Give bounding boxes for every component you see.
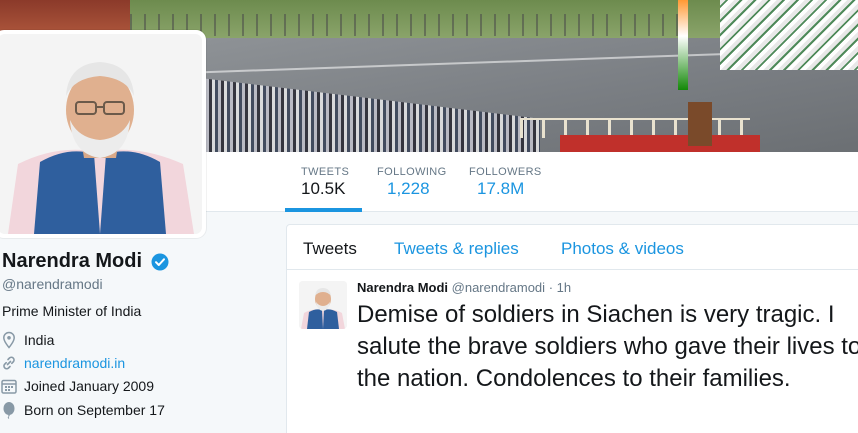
- joined-text: Joined January 2009: [24, 378, 154, 394]
- avatar: [0, 34, 202, 234]
- twitter-profile-page: TWEETS 10.5K FOLLOWING 1,228 FOLLOWERS 1…: [0, 0, 858, 433]
- profile-joined: Joined January 2009: [0, 376, 154, 396]
- tweet-timestamp[interactable]: 1h: [557, 280, 571, 295]
- banner-stands: [720, 0, 858, 70]
- tweet-avatar-portrait: [299, 281, 347, 329]
- location-text: India: [24, 332, 55, 348]
- profile-handle[interactable]: @narendramodi: [2, 276, 103, 292]
- born-text: Born on September 17: [24, 402, 165, 418]
- profile-website[interactable]: narendramodi.in: [0, 353, 125, 373]
- profile-location: India: [0, 330, 54, 350]
- banner-podium: [688, 102, 712, 146]
- stat-following[interactable]: FOLLOWING 1,228: [377, 152, 446, 212]
- timeline-card: Tweets Tweets & replies Photos & videos …: [286, 224, 858, 433]
- balloon-icon: [3, 402, 15, 419]
- stat-followers-label: FOLLOWERS: [469, 166, 542, 178]
- avatar-portrait: [0, 34, 202, 234]
- profile-name[interactable]: Narendra Modi: [2, 250, 142, 273]
- website-link[interactable]: narendramodi.in: [24, 355, 125, 371]
- location-pin-icon: [3, 331, 15, 349]
- active-stat-indicator: [285, 208, 362, 212]
- stat-following-label: FOLLOWING: [377, 166, 447, 178]
- tweet-avatar[interactable]: [299, 281, 347, 329]
- tweet-separator: ·: [548, 280, 554, 295]
- stat-tweets-label: TWEETS: [301, 166, 350, 178]
- calendar-icon: [1, 379, 17, 394]
- stat-followers-value: 17.8M: [477, 179, 525, 198]
- timeline-tabs: Tweets Tweets & replies Photos & videos: [287, 225, 858, 270]
- tab-photos-and-videos[interactable]: Photos & videos: [561, 239, 684, 259]
- stat-tweets-value: 10.5K: [301, 179, 346, 198]
- tab-tweets-and-replies[interactable]: Tweets & replies: [394, 239, 519, 259]
- banner-flag: [678, 0, 688, 90]
- tweet-text: Demise of soldiers in Siachen is very tr…: [357, 301, 858, 392]
- stat-followers[interactable]: FOLLOWERS 17.8M: [469, 152, 541, 212]
- stat-tweets[interactable]: TWEETS 10.5K: [285, 152, 362, 212]
- tweet-header: Narendra Modi @narendramodi · 1h: [357, 280, 571, 295]
- profile-bio: Prime Minister of India: [2, 303, 142, 319]
- profile-birthday: Born on September 17: [0, 400, 165, 420]
- tab-tweets[interactable]: Tweets: [303, 239, 357, 259]
- profile-avatar-card[interactable]: [0, 30, 206, 238]
- banner-red-carpet: [560, 135, 760, 152]
- tweet-author-name[interactable]: Narendra Modi: [357, 280, 448, 295]
- stat-following-value: 1,228: [387, 179, 430, 198]
- link-icon: [3, 356, 15, 370]
- tweet-author-handle[interactable]: @narendramodi: [452, 280, 545, 295]
- banner-fence: [130, 14, 690, 36]
- verified-badge-icon[interactable]: [151, 253, 169, 271]
